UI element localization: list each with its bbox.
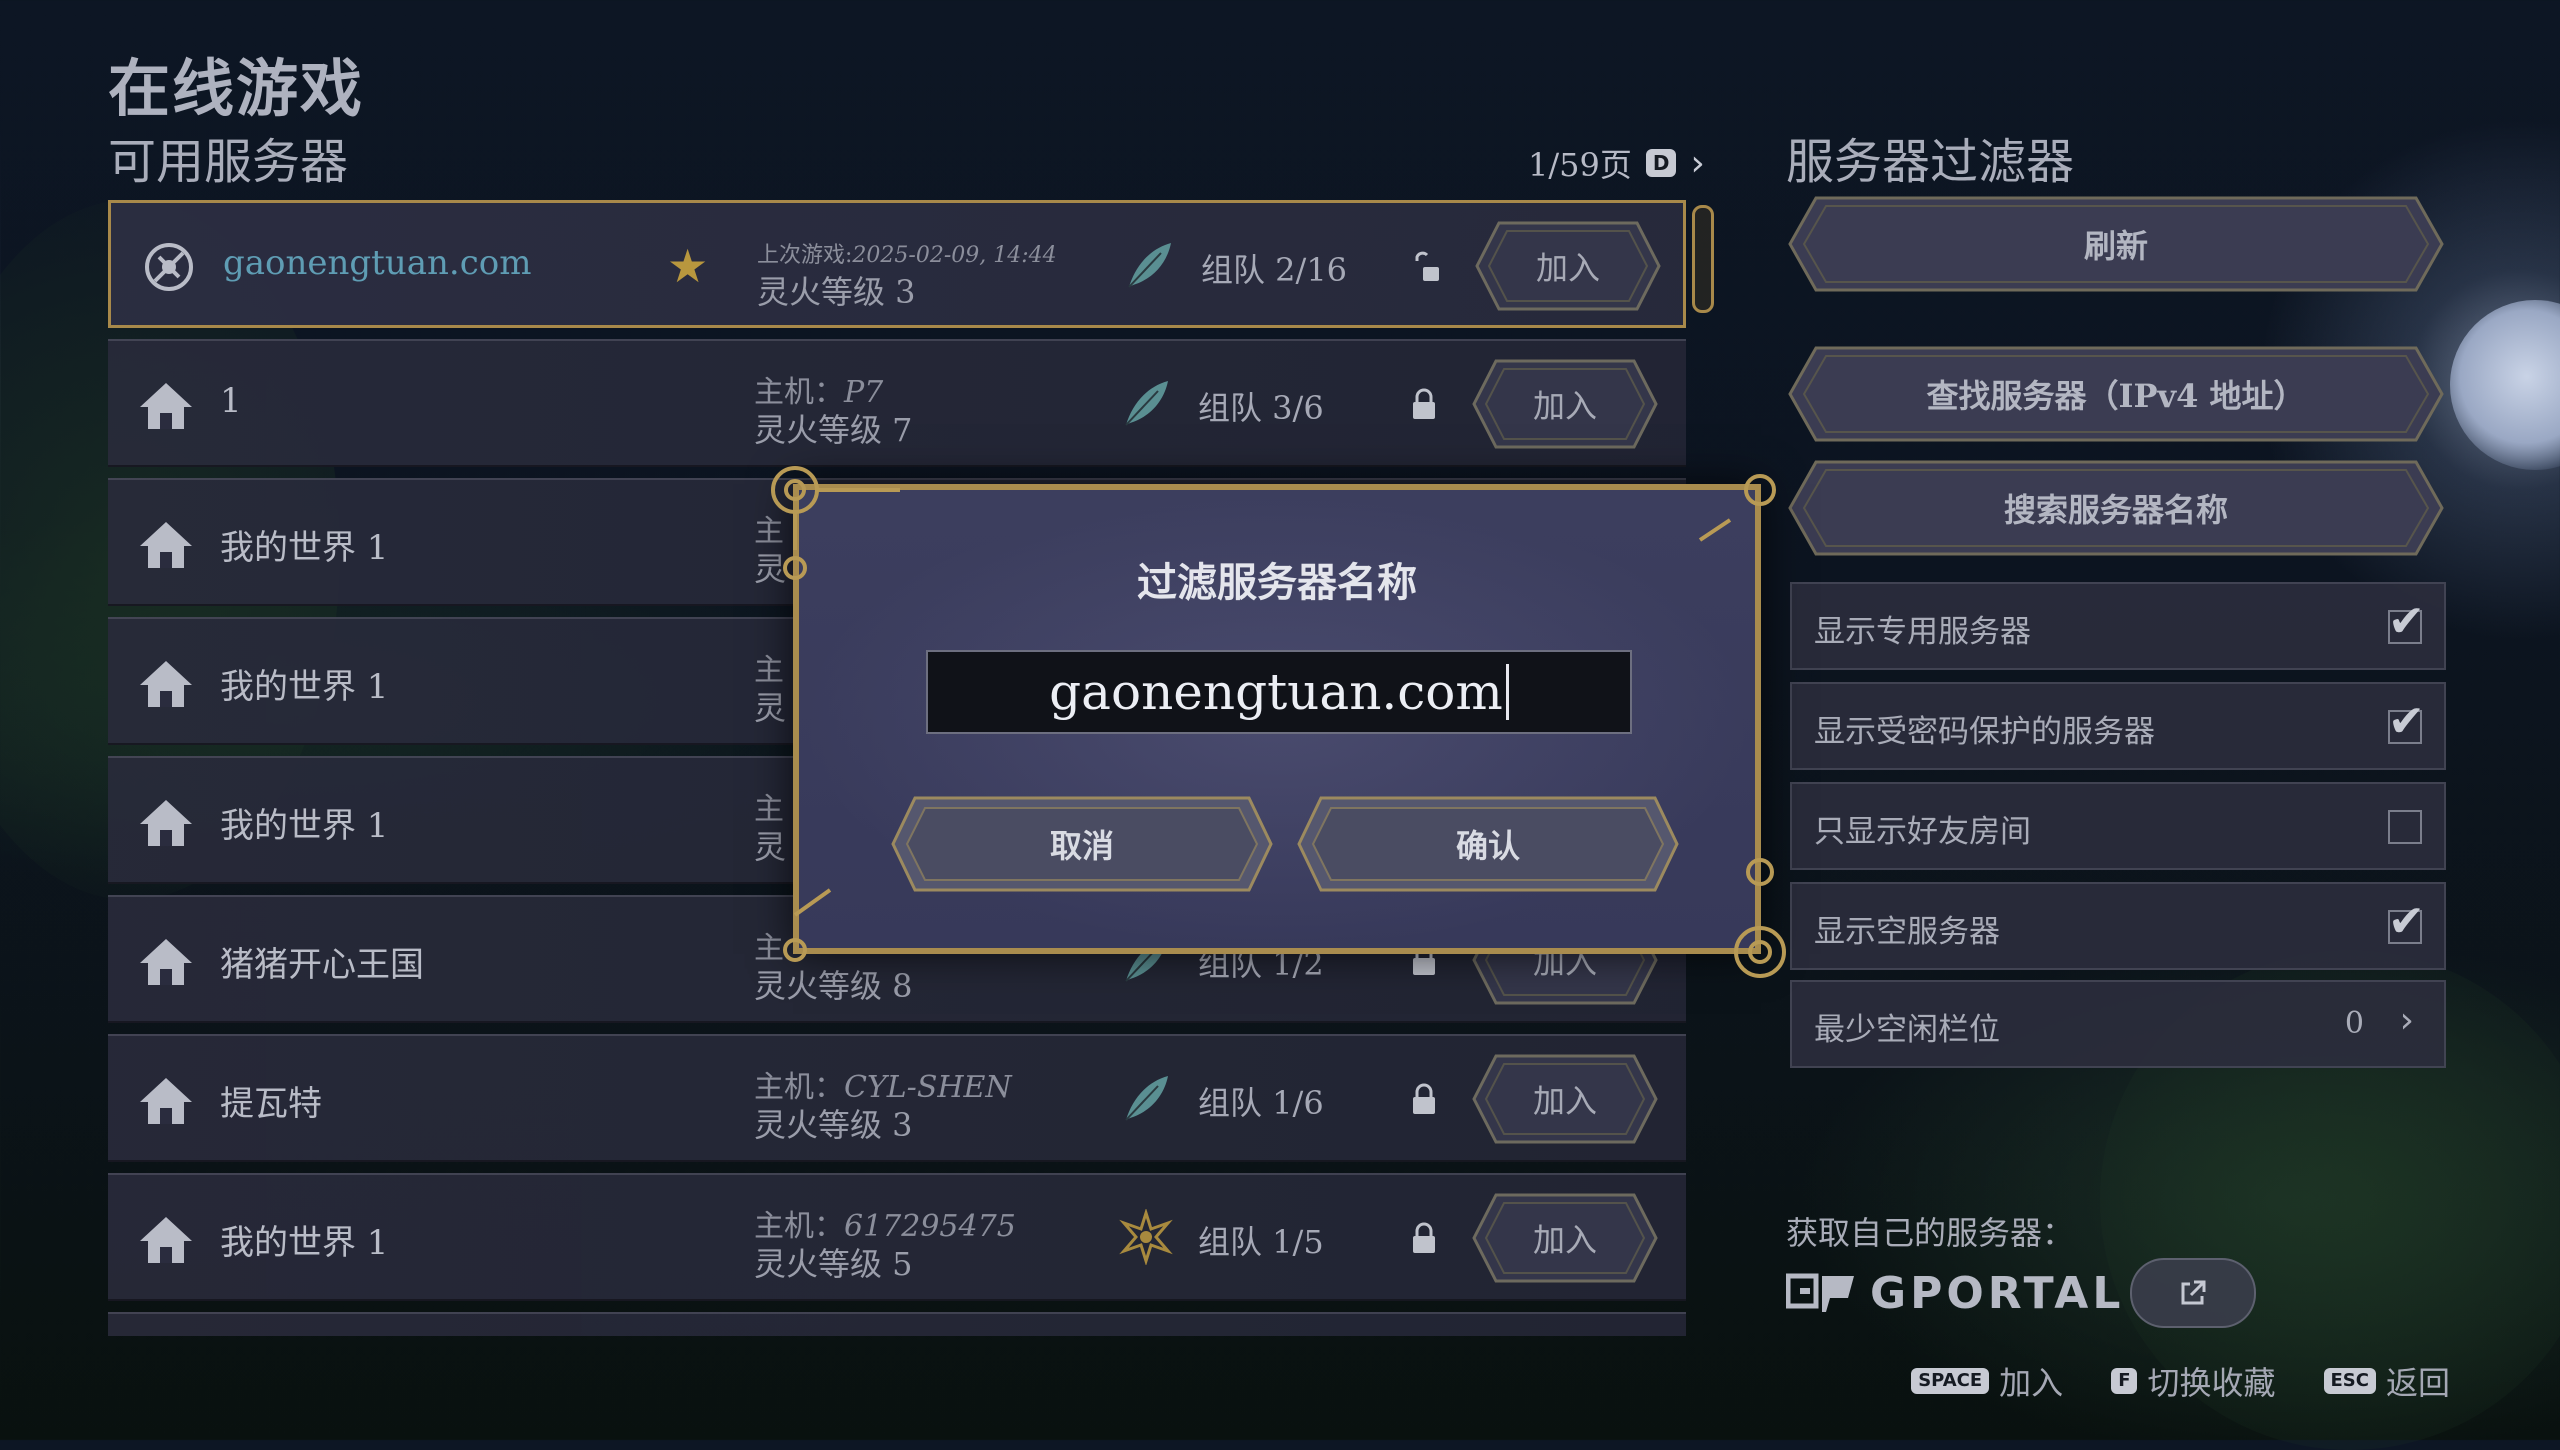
input-value: gaonengtuan.com [1049,663,1503,721]
cancel-label: 取消 [1049,827,1114,865]
confirm-button[interactable]: 确认 [1295,792,1681,896]
filter-name-dialog: 过滤服务器名称 gaonengtuan.com 取消 确认 [793,484,1761,954]
server-name-input[interactable]: gaonengtuan.com [926,650,1632,734]
cancel-button[interactable]: 取消 [889,792,1275,896]
dialog-title: 过滤服务器名称 [1137,559,1417,606]
confirm-label: 确认 [1455,827,1520,865]
text-caret [1505,664,1509,720]
